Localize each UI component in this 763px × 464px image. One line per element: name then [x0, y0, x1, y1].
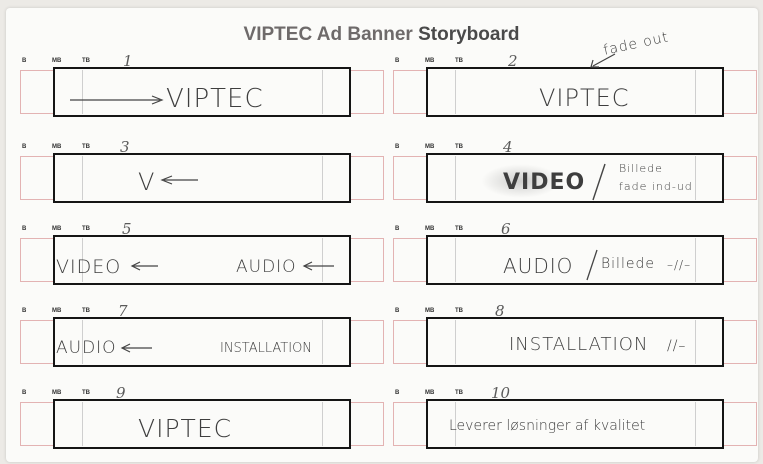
safe-guide — [695, 70, 696, 114]
slash-mark — [592, 163, 606, 201]
guide-label-tb: TB — [455, 308, 463, 314]
left-arrow-icon — [130, 261, 158, 271]
storyboard-frame-5: B MB TB 5 VIDEO AUDIO — [20, 220, 388, 285]
frame-text-left: VIDEO — [56, 256, 122, 278]
safe-guide — [322, 320, 323, 364]
safe-guide — [322, 402, 323, 446]
guide-label-mb: MB — [52, 58, 62, 64]
title-rest: Storyboard — [418, 24, 520, 45]
frame-text: VIPTEC — [138, 414, 233, 443]
frame-text: V — [138, 168, 156, 196]
guide-label-b: B — [395, 308, 400, 314]
frame-note-line2: fade ind-ud — [619, 180, 693, 193]
guide-label-mb: MB — [52, 390, 62, 396]
guide-label-tb: TB — [82, 390, 90, 396]
frame-text-right: INSTALLATION — [220, 341, 313, 356]
frame-text: Leverer løsninger af kvalitet — [449, 418, 646, 434]
guide-label-tb: TB — [455, 226, 463, 232]
guide-label-b: B — [22, 390, 27, 396]
safe-guide — [322, 70, 323, 114]
storyboard-frame-7: B MB TB 7 AUDIO INSTALLATION — [20, 302, 388, 367]
frame-number: 3 — [120, 138, 130, 156]
safe-guide — [695, 156, 696, 200]
left-arrow-icon — [302, 261, 334, 271]
frame-number: 4 — [503, 138, 513, 156]
left-arrow-icon — [120, 343, 152, 353]
guide-label-tb: TB — [455, 58, 463, 64]
safe-guide — [695, 320, 696, 364]
guide-label-b: B — [22, 226, 27, 232]
guide-label-mb: MB — [425, 308, 435, 314]
guide-label-b: B — [22, 58, 27, 64]
guide-label-tb: TB — [455, 144, 463, 150]
frame-text: INSTALLATION — [509, 334, 649, 355]
guide-label-mb: MB — [425, 144, 435, 150]
storyboard-frame-10: B MB TB 10 Leverer løsninger af kvalitet — [393, 384, 761, 449]
guide-label-b: B — [395, 58, 400, 64]
guide-label-b: B — [22, 308, 27, 314]
frame-number: 2 — [508, 52, 518, 70]
guide-label-tb: TB — [82, 144, 90, 150]
frame-note: Billede — [601, 256, 655, 272]
safe-guide — [322, 238, 323, 282]
guide-label-tb: TB — [82, 226, 90, 232]
guide-label-mb: MB — [52, 308, 62, 314]
title-main: VIPTEC Ad Banner — [243, 24, 413, 45]
frame-text-left: AUDIO — [56, 338, 117, 358]
safe-guide — [82, 402, 83, 446]
frame-number: 10 — [491, 384, 511, 402]
guide-label-tb: TB — [82, 308, 90, 314]
down-left-arrow-icon — [590, 53, 616, 68]
guide-label-tb: TB — [455, 390, 463, 396]
guide-label-b: B — [395, 144, 400, 150]
guide-label-mb: MB — [425, 226, 435, 232]
frame-note-line1: Billede — [619, 162, 663, 175]
safe-guide — [455, 70, 456, 114]
frame-number: 1 — [123, 52, 133, 70]
safe-guide — [695, 238, 696, 282]
frame-number: 6 — [501, 220, 511, 238]
frame-number: 9 — [116, 384, 126, 402]
storyboard-frame-3: B MB TB 3 V — [20, 138, 388, 203]
storyboard-frame-8: B MB TB 8 INSTALLATION //– — [393, 302, 761, 367]
guide-label-b: B — [22, 144, 27, 150]
frame-number: 8 — [495, 302, 505, 320]
ditto-mark: –//– — [667, 258, 692, 272]
safe-guide — [695, 402, 696, 446]
safe-guide — [455, 156, 456, 200]
frame-text: VIDEO — [503, 170, 586, 195]
storyboard-frame-1: B MB TB 1 VIPTEC — [20, 52, 388, 117]
frame-text-right: AUDIO — [236, 257, 297, 277]
safe-guide — [455, 238, 456, 282]
slash-mark — [586, 249, 598, 281]
safe-guide — [455, 320, 456, 364]
safe-guide — [322, 156, 323, 200]
guide-label-mb: MB — [425, 390, 435, 396]
storyboard-frame-9: B MB TB 9 VIPTEC — [20, 384, 388, 449]
left-arrow-icon — [160, 175, 198, 185]
banner-frame — [53, 153, 351, 203]
frame-number: 5 — [122, 220, 132, 238]
storyboard-frame-2: B MB TB 2 fade out VIPTEC — [393, 29, 761, 117]
guide-label-b: B — [395, 390, 400, 396]
guide-label-mb: MB — [425, 58, 435, 64]
safe-guide — [82, 70, 83, 114]
right-arrow-icon — [70, 95, 164, 105]
guide-label-mb: MB — [52, 226, 62, 232]
guide-label-b: B — [395, 226, 400, 232]
frame-text: VIPTEC — [166, 84, 264, 114]
ditto-mark: //– — [667, 338, 687, 354]
frame-text: VIPTEC — [539, 84, 630, 112]
frame-number: 7 — [118, 302, 128, 320]
storyboard-frame-4: B MB TB 4 VIDEO Billede fade ind-ud — [393, 138, 761, 203]
storyboard-frame-6: B MB TB 6 AUDIO Billede –//– — [393, 220, 761, 285]
guide-label-tb: TB — [82, 58, 90, 64]
guide-label-mb: MB — [52, 144, 62, 150]
frame-text: AUDIO — [503, 254, 574, 278]
safe-guide — [82, 156, 83, 200]
